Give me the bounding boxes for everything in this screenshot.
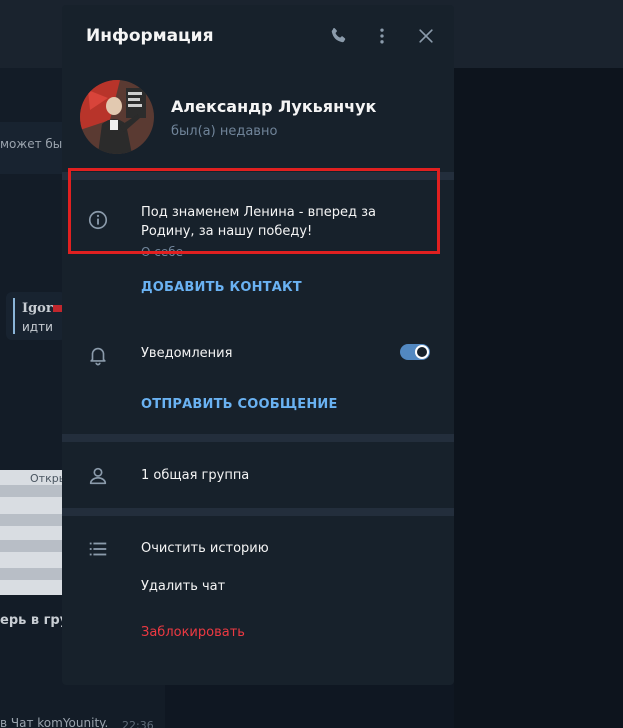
common-groups-item[interactable]: 1 общая группа [141, 468, 249, 483]
profile-name: Александр Лукьянчук [171, 97, 377, 116]
info-icon [86, 208, 110, 232]
toggle-knob [415, 345, 429, 359]
background-quote-bar [13, 298, 15, 334]
user-icon [86, 464, 110, 488]
add-contact-button[interactable]: ДОБАВИТЬ КОНТАКТ [141, 280, 302, 295]
background-quote-name: Igor [22, 301, 53, 316]
user-info-dialog: Информация Александр Лукьянчук был(а) не… [62, 5, 454, 685]
bio-label: О себе [141, 245, 184, 256]
background-message-text: в Чат komYounity. [0, 716, 109, 728]
block-user-button[interactable]: Заблокировать [141, 625, 245, 640]
send-message-button[interactable]: ОТПРАВИТЬ СООБЩЕНИЕ [141, 397, 338, 412]
background-message-text: может быт [0, 137, 70, 151]
clear-history-button[interactable]: Очистить историю [141, 541, 269, 556]
background-message-time: 22:36 [122, 719, 154, 728]
background-table-row [0, 485, 70, 497]
section-divider [62, 172, 454, 180]
delete-chat-button[interactable]: Удалить чат [141, 579, 225, 594]
section-divider [62, 434, 454, 442]
section-divider [62, 508, 454, 516]
dialog-title: Информация [86, 26, 214, 46]
background-quote-text: идти [22, 320, 53, 334]
background-table-row [0, 540, 70, 552]
list-icon [86, 537, 110, 561]
phone-icon[interactable] [327, 25, 349, 47]
profile-status: был(а) недавно [171, 124, 278, 139]
notifications-label: Уведомления [141, 346, 233, 361]
background-table-row [0, 514, 70, 526]
bio-text: Под знаменем Ленина - вперед за Родину, … [141, 205, 377, 239]
more-vertical-icon[interactable] [371, 25, 393, 47]
notifications-toggle[interactable] [400, 344, 430, 360]
close-icon[interactable] [415, 25, 437, 47]
bell-icon [86, 343, 110, 367]
avatar[interactable] [80, 80, 154, 154]
background-right-panel [454, 68, 623, 728]
profile-section: Александр Лукьянчук был(а) недавно [62, 67, 454, 177]
dialog-header: Информация [62, 5, 454, 67]
background-table-row [0, 568, 70, 580]
